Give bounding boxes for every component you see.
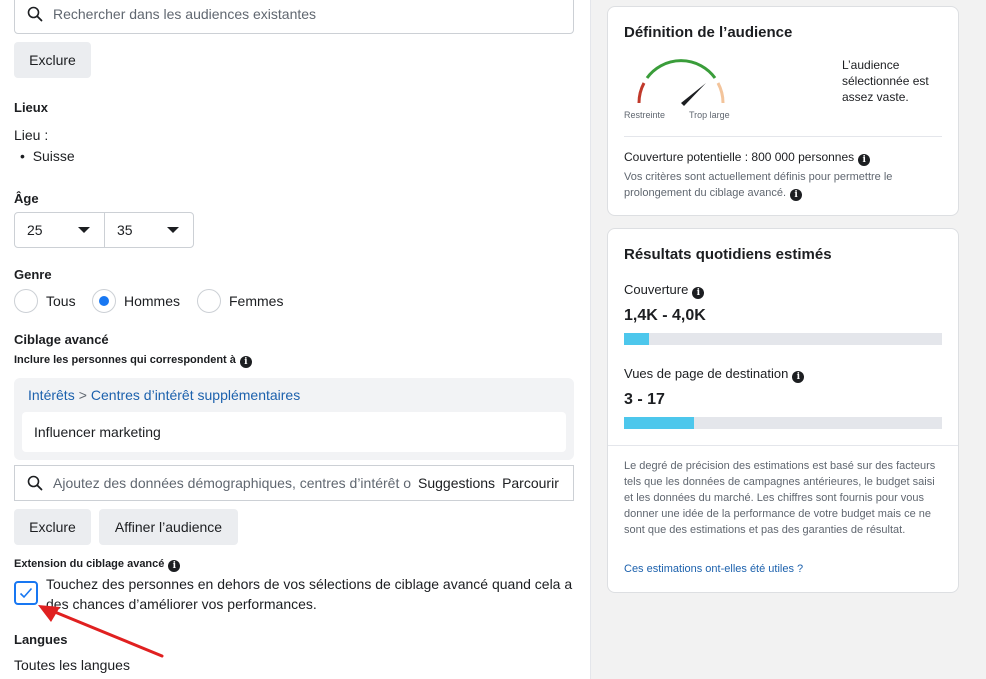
age-heading: Âge [14, 191, 39, 206]
landing-views-bar [624, 417, 942, 429]
caret-down-icon [167, 227, 179, 233]
gender-radio-all-label: Tous [46, 293, 76, 309]
gauge-label-narrow: Restreinte [624, 110, 666, 120]
detailed-targeting-search-input[interactable]: Ajoutez des données démographiques, cent… [14, 465, 574, 501]
radio-circle[interactable] [14, 289, 38, 313]
landing-views-label: Vues de page de destination i [624, 366, 805, 383]
age-min-select[interactable]: 25 [14, 212, 105, 248]
divider [608, 445, 958, 446]
search-icon [27, 6, 43, 22]
breadcrumb-separator: > [78, 387, 87, 403]
advanced-targeting-heading: Ciblage avancé [14, 332, 109, 347]
info-icon[interactable]: i [239, 356, 252, 368]
daily-estimates-title: Résultats quotidiens estimés [624, 246, 832, 263]
gender-radio-men[interactable]: Hommes [92, 289, 180, 313]
gauge-note: L’audience sélectionnée est assez vaste. [842, 58, 929, 104]
landing-views-bar-fill [624, 417, 694, 429]
targeting-panel: Rechercher dans les audiences existantes… [0, 0, 590, 679]
audience-search-placeholder: Rechercher dans les audiences existantes [53, 6, 317, 22]
audience-definition-card: Définition de l’audience Restreinte Trop… [607, 6, 959, 216]
breadcrumb-additional-interests-link[interactable]: Centres d’intérêt supplémentaires [91, 387, 300, 403]
audience-search-input[interactable]: Rechercher dans les audiences existantes [14, 0, 574, 34]
audience-definition-title: Définition de l’audience [624, 24, 793, 41]
info-icon[interactable]: i [168, 560, 181, 572]
estimates-disclaimer: Le degré de précision des estimations es… [624, 460, 936, 536]
gender-radio-women-label: Femmes [229, 293, 284, 309]
gender-radio-men-label: Hommes [124, 293, 181, 309]
gender-radio-all[interactable]: Tous [14, 289, 76, 313]
landing-views-value: 3 - 17 [624, 391, 665, 408]
criteria-note: Vos critères sont actuellement définis p… [624, 171, 893, 201]
gauge-label-broad: Trop large [689, 110, 730, 120]
refine-audience-button[interactable]: Affiner l’audience [99, 509, 238, 545]
potential-reach: Couverture potentielle : 800 000 personn… [624, 150, 871, 166]
estimates-panel: Définition de l’audience Restreinte Trop… [590, 0, 986, 679]
breadcrumb-interests-link[interactable]: Intérêts [28, 387, 75, 403]
age-max-select[interactable]: 35 [104, 212, 194, 248]
browse-link[interactable]: Parcourir [502, 475, 559, 491]
caret-down-icon [78, 227, 90, 233]
radio-dot [99, 296, 109, 306]
detailed-targeting-placeholder: Ajoutez des données démographiques, cent… [53, 475, 411, 491]
age-max-value: 35 [117, 222, 133, 238]
info-icon[interactable]: i [692, 287, 705, 299]
exclude-audience-button[interactable]: Exclure [14, 42, 91, 78]
age-min-value: 25 [27, 222, 43, 238]
search-icon [27, 475, 43, 491]
location-label: Lieu : [14, 127, 49, 143]
gender-heading: Genre [14, 267, 52, 282]
gender-radio-women[interactable]: Femmes [197, 289, 283, 313]
interest-chip[interactable]: Influencer marketing [22, 412, 566, 452]
red-arrow-annotation [38, 605, 164, 658]
interest-breadcrumb: Intérêts > Centres d’intérêt supplémentair… [28, 387, 300, 403]
reach-bar [624, 333, 942, 345]
estimates-feedback-link[interactable]: Ces estimations ont-elles été utiles ? [624, 563, 803, 575]
info-icon[interactable]: i [858, 154, 871, 166]
reach-value: 1,4K - 4,0K [624, 307, 706, 324]
include-label: Inclure les personnes qui correspondent … [14, 354, 252, 368]
expansion-heading: Extension du ciblage avancé i [14, 558, 181, 572]
radio-circle[interactable] [197, 289, 221, 313]
interest-group: Intérêts > Centres d’intérêt supplémentair… [14, 378, 574, 460]
locations-heading: Lieux [14, 100, 48, 115]
info-icon[interactable]: i [790, 189, 803, 201]
suggestions-link[interactable]: Suggestions [418, 475, 495, 491]
radio-circle-selected[interactable] [92, 289, 116, 313]
audience-gauge-icon [637, 59, 725, 106]
daily-estimates-card: Résultats quotidiens estimés Couverture i… [607, 228, 959, 593]
info-icon[interactable]: i [792, 371, 805, 383]
location-item: • Suisse [20, 148, 75, 164]
reach-bar-fill [624, 333, 650, 345]
reach-label: Couverture i [624, 282, 705, 299]
divider [624, 136, 942, 137]
interest-chip-label: Influencer marketing [34, 424, 161, 440]
exclude-detailed-button[interactable]: Exclure [14, 509, 91, 545]
